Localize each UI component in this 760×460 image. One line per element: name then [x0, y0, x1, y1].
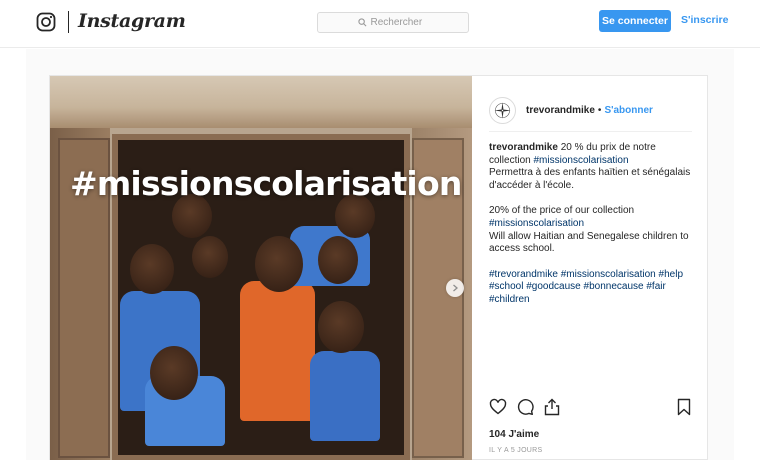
compass-rose-icon: [494, 102, 511, 119]
post-card: #missionscolarisation trevorandmike • S'…: [49, 75, 708, 460]
caption-hashtag-link[interactable]: #bonnecause: [584, 281, 644, 292]
search-input[interactable]: [370, 17, 429, 28]
child-face: [318, 301, 364, 353]
image-overlay-hashtag: #missionscolarisation: [70, 164, 462, 203]
caption-hashtag-link[interactable]: #goodcause: [526, 281, 581, 292]
heart-icon[interactable]: [489, 398, 507, 416]
separator-dot: •: [597, 105, 602, 116]
avatar[interactable]: [489, 97, 516, 124]
comment-icon[interactable]: [516, 398, 534, 416]
chevron-right-icon: [453, 284, 458, 292]
child-shirt: [310, 351, 380, 441]
instagram-camera-icon[interactable]: [36, 12, 56, 32]
child-face: [318, 236, 358, 284]
instagram-wordmark[interactable]: Instagram: [78, 10, 186, 32]
caption-hashtag-link[interactable]: #school: [489, 281, 523, 292]
caption-en-line: Will allow Haitian and Senegalese childr…: [489, 230, 689, 255]
caption-username[interactable]: trevorandmike: [489, 142, 558, 153]
follow-button[interactable]: S'abonner: [604, 105, 653, 116]
caption-hashtag-link[interactable]: #help: [659, 269, 683, 280]
like-count[interactable]: 104 J'aime: [489, 429, 539, 440]
logo-divider: [68, 11, 69, 33]
search-icon: [357, 18, 366, 27]
bookmark-icon[interactable]: [675, 398, 693, 416]
post-image[interactable]: #missionscolarisation: [50, 76, 472, 460]
caption-en-line: 20% of the price of our collection: [489, 205, 635, 217]
share-icon[interactable]: [543, 398, 561, 416]
top-navigation-bar: Instagram Se connecter S'inscrire: [0, 0, 760, 48]
caption-hashtag-link[interactable]: #missionscolarisation: [533, 155, 628, 166]
signup-link[interactable]: S'inscrire: [681, 14, 728, 26]
post-sidebar: trevorandmike • S'abonner trevorandmike …: [472, 76, 709, 460]
child-face: [192, 236, 228, 278]
login-button[interactable]: Se connecter: [599, 10, 671, 32]
post-username[interactable]: trevorandmike: [526, 105, 595, 116]
post-actions-bar: [489, 396, 693, 418]
post-header: trevorandmike • S'abonner: [489, 90, 692, 132]
caption-hashtag-link[interactable]: #missionscolarisation: [489, 218, 584, 229]
caption-hashtag-link[interactable]: #trevorandmike: [489, 269, 558, 280]
caption-hashtag-link[interactable]: #missionscolarisation: [561, 269, 656, 280]
child-shirt: [240, 281, 315, 421]
search-box[interactable]: [317, 12, 469, 33]
caption-hashtag-link[interactable]: #fair: [646, 281, 665, 292]
wall-top: [50, 76, 472, 128]
caption-fr-line: Permettra à des enfants haïtien et sénég…: [489, 167, 691, 191]
post-timestamp: IL Y A 5 JOURS: [489, 447, 543, 454]
child-face: [255, 236, 303, 292]
post-caption: trevorandmike 20 % du prix de notre coll…: [489, 142, 699, 320]
caption-hashtag-link[interactable]: #children: [489, 294, 530, 305]
child-face: [150, 346, 198, 400]
child-face: [130, 244, 174, 294]
carousel-next-button[interactable]: [446, 279, 464, 297]
